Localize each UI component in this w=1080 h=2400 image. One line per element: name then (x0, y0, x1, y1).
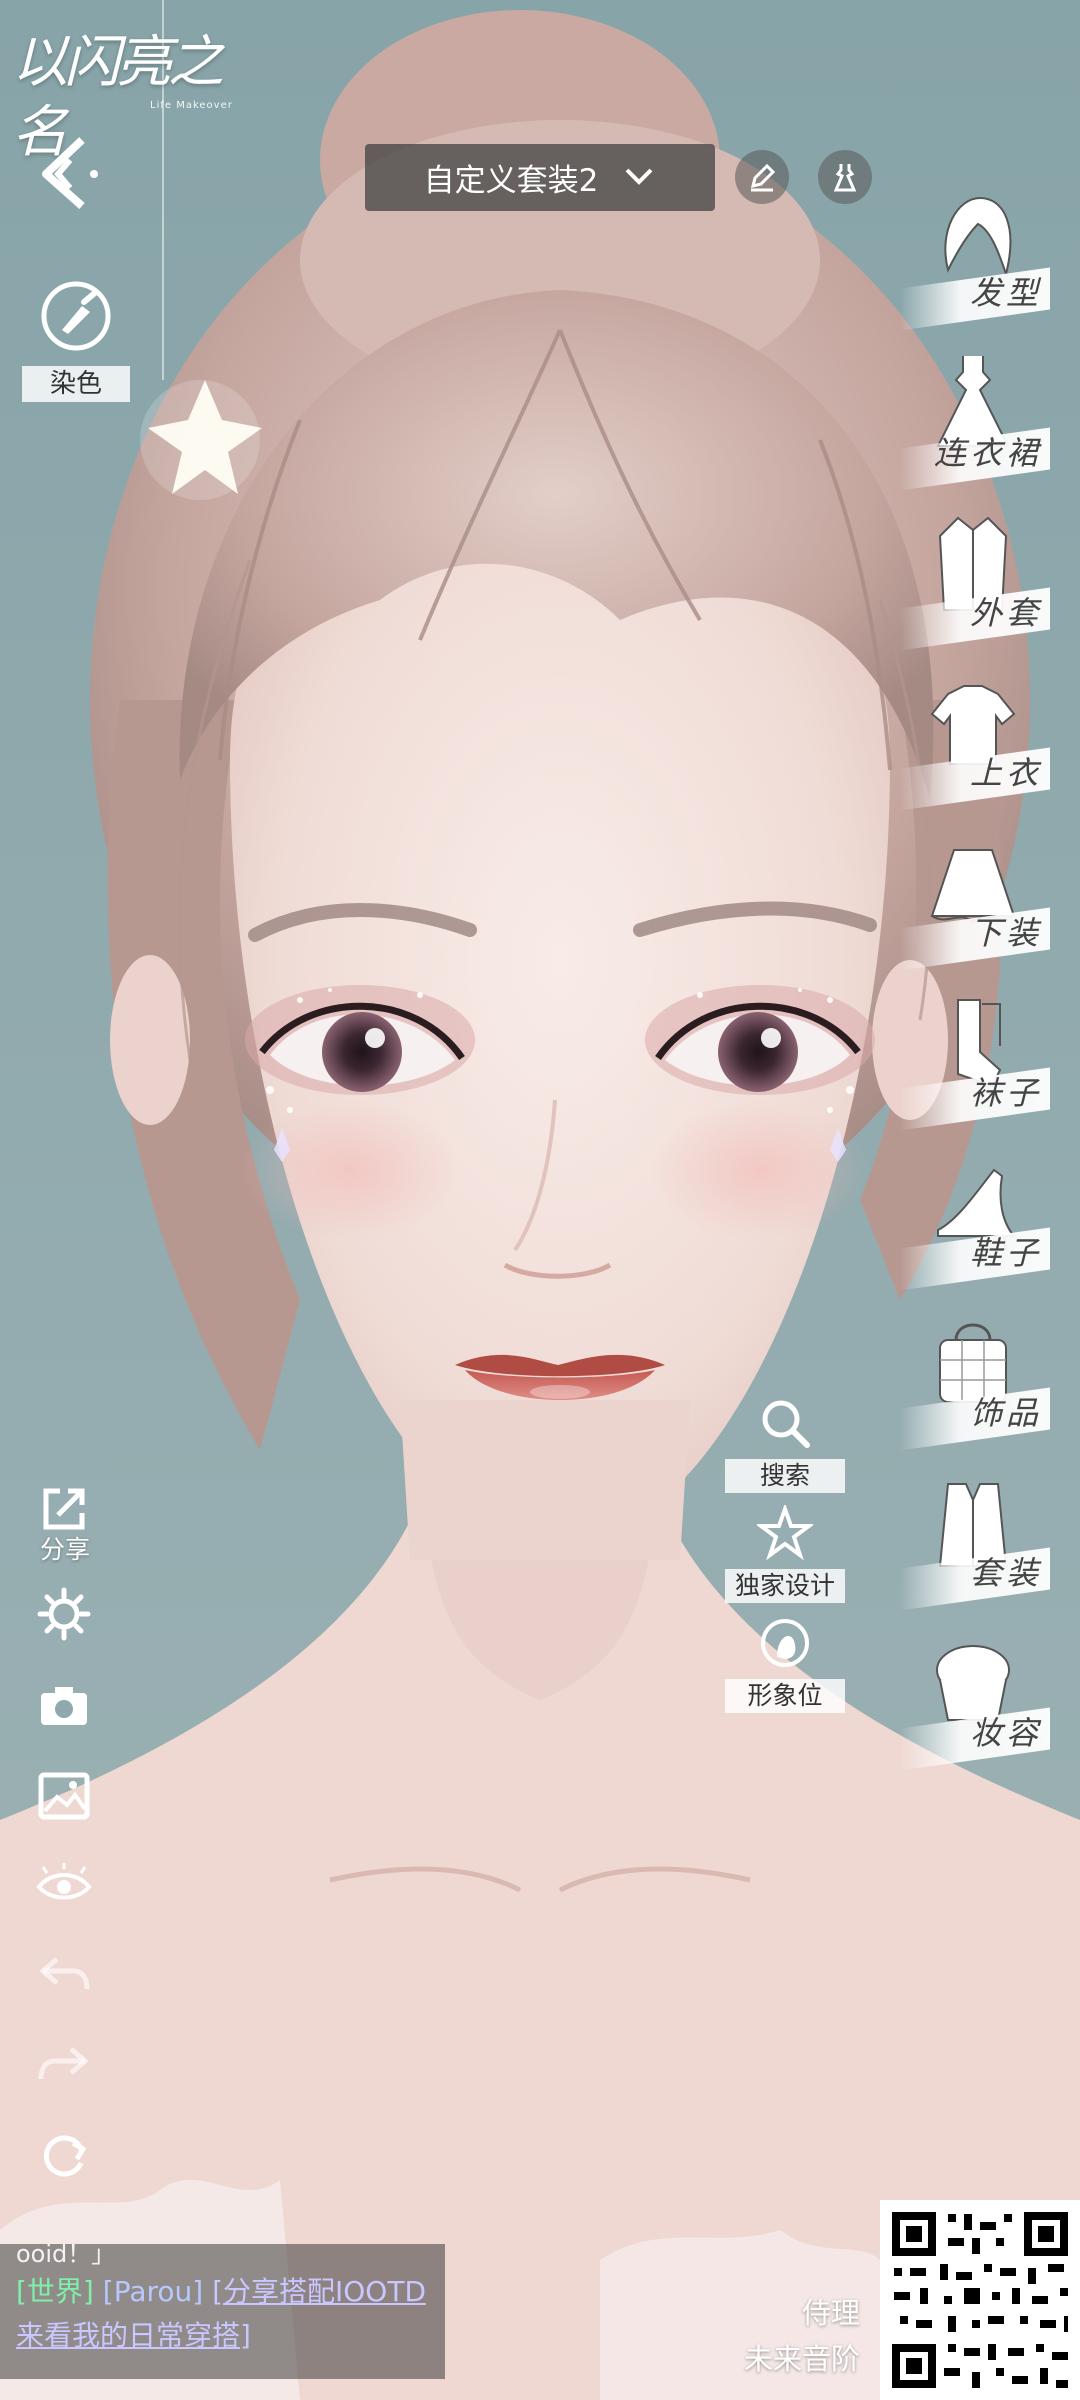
back-arrow-icon (42, 137, 98, 209)
portrait-icon (761, 1619, 809, 1667)
settings-button[interactable] (30, 1580, 98, 1648)
dye-button[interactable]: 染色 (22, 278, 130, 402)
category-label: 饰品 (969, 1394, 1042, 1432)
gallery-button[interactable] (30, 1762, 98, 1830)
exclusive-label: 独家设计 (725, 1569, 845, 1603)
rename-button[interactable] (735, 150, 789, 204)
game-logo: 以闪亮之名 Life Makeover (12, 28, 242, 165)
chat-channel: [世界] (16, 2275, 94, 2308)
pencil-icon (750, 163, 776, 192)
share-icon (43, 1488, 85, 1530)
category-makeup[interactable]: 妆容 (900, 1630, 1050, 1780)
chat-message-link[interactable]: [分享搭配IOOTD (212, 2275, 426, 2308)
hide-ui-button[interactable] (30, 1852, 98, 1920)
qr-code (880, 2200, 1080, 2400)
image-slot-label: 形象位 (725, 1679, 845, 1713)
category-label: 上衣 (969, 754, 1042, 792)
logo-subtitle: Life Makeover (150, 100, 233, 111)
outfit-name: 自定义套装2 (423, 163, 599, 199)
back-button[interactable] (30, 130, 110, 210)
refresh-icon (43, 2135, 87, 2177)
chat-message-link-cont[interactable]: 来看我的日常穿搭] (16, 2319, 251, 2352)
dye-brush-icon (41, 281, 111, 351)
search-button[interactable]: 搜索 (725, 1395, 845, 1493)
exclusive-design-button[interactable]: 独家设计 (725, 1502, 845, 1603)
undo-button[interactable] (30, 1942, 98, 2010)
category-label: 妆容 (969, 1714, 1042, 1752)
share-label: 分享 (39, 1535, 90, 1564)
dress-outline-icon (833, 164, 857, 192)
category-bottoms[interactable]: 下装 (900, 830, 1050, 980)
outfit-selector[interactable]: 自定义套装2 (365, 144, 715, 211)
chevron-down-icon (625, 168, 653, 185)
signature-line2: 未来音阶 (743, 2342, 860, 2376)
gear-icon (37, 1587, 91, 1641)
image-slot-button[interactable]: 形象位 (725, 1615, 845, 1713)
image-icon (38, 1772, 90, 1820)
eye-icon (36, 1863, 92, 1900)
category-label: 外套 (969, 594, 1042, 632)
search-label: 搜索 (725, 1459, 845, 1493)
redo-icon (38, 2047, 89, 2080)
dye-label: 染色 (22, 366, 130, 402)
category-accessories[interactable]: 饰品 (900, 1310, 1050, 1460)
category-label: 发型 (969, 274, 1042, 312)
category-label: 袜子 (969, 1074, 1042, 1112)
category-label: 连衣裙 (933, 434, 1042, 472)
category-label: 鞋子 (969, 1234, 1042, 1272)
search-icon (762, 1400, 810, 1448)
watermark-signature: 侍理 未来音阶 (700, 2290, 860, 2382)
category-socks[interactable]: 袜子 (900, 990, 1050, 1140)
category-label: 套装 (969, 1554, 1042, 1592)
signature-line1: 侍理 (801, 2296, 860, 2330)
category-label: 下装 (969, 914, 1042, 952)
category-top[interactable]: 上衣 (900, 670, 1050, 820)
chat-previous-line: ooid！」 (16, 2244, 116, 2268)
undo-icon (39, 1957, 90, 1990)
star-icon (754, 1502, 816, 1561)
reset-button[interactable] (30, 2122, 98, 2190)
outfit-view-button[interactable] (818, 150, 872, 204)
camera-button[interactable] (30, 1672, 98, 1740)
category-shoes[interactable]: 鞋子 (900, 1150, 1050, 1300)
category-coat[interactable]: 外套 (900, 510, 1050, 660)
category-hair[interactable]: 发型 (900, 190, 1050, 340)
chat-username[interactable]: [Parou] (103, 2275, 203, 2308)
redo-button[interactable] (30, 2032, 98, 2100)
category-dress[interactable]: 连衣裙 (900, 350, 1050, 500)
world-chat[interactable]: ooid！」 [世界] [Parou] [分享搭配IOOTD 来看我的日常穿搭] (0, 2244, 445, 2379)
category-suits[interactable]: 套装 (900, 1470, 1050, 1620)
camera-icon (41, 1687, 87, 1725)
